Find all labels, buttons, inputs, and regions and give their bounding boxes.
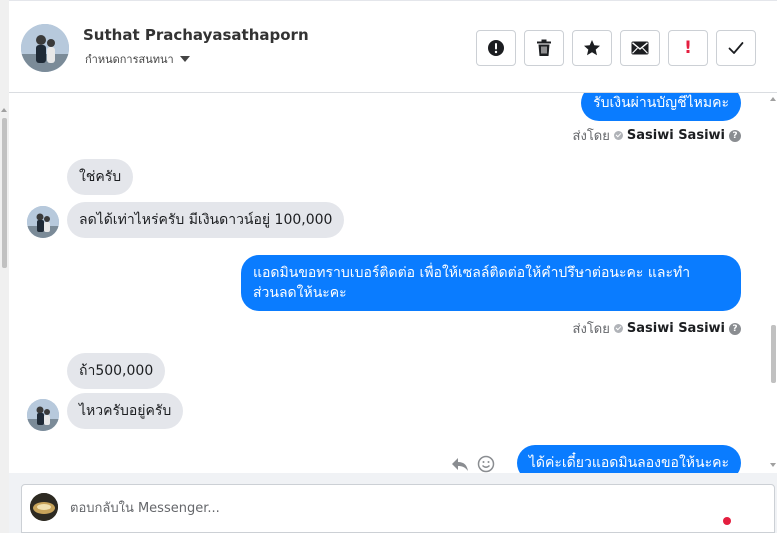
- composer-area: [9, 473, 777, 533]
- scroll-up-arrow-icon[interactable]: [770, 97, 776, 101]
- contact-avatar-small[interactable]: [27, 206, 59, 238]
- sent-by-info: ส่งโดย Sasiwi Sasiwi ?: [573, 318, 741, 339]
- message-actions: [451, 455, 495, 473]
- scroll-down-arrow-icon[interactable]: [770, 463, 776, 467]
- star-icon: [584, 40, 600, 56]
- header-divider: [9, 0, 777, 5]
- help-icon[interactable]: ?: [729, 322, 741, 335]
- sent-by-name[interactable]: Sasiwi Sasiwi: [627, 128, 725, 143]
- page-scrollbar[interactable]: [0, 0, 9, 533]
- notification-dot: [723, 517, 731, 525]
- caret-down-icon: [179, 56, 190, 62]
- mark-done-button[interactable]: [716, 30, 756, 66]
- emoji-reaction-icon[interactable]: [477, 455, 495, 473]
- reply-icon[interactable]: [451, 456, 469, 472]
- scroll-up-arrow-icon[interactable]: [1, 108, 7, 112]
- thread-scrollbar-thumb[interactable]: [771, 325, 776, 383]
- incoming-message[interactable]: ถ้า500,000: [67, 353, 166, 389]
- conversation-settings-dropdown[interactable]: กำหนดการสนทนา: [85, 50, 190, 68]
- checkmark-icon: [728, 42, 744, 54]
- sent-by-prefix: ส่งโดย: [572, 129, 610, 144]
- conversation-settings-label: กำหนดการสนทนา: [85, 53, 174, 66]
- envelope-icon: [631, 41, 649, 55]
- message-thread[interactable]: รับเงินผ่านบัญชีไหมคะ ส่งโดย Sasiwi Sasi…: [9, 93, 769, 473]
- outgoing-message[interactable]: แอดมินขอทราบเบอร์ติดต่อ เพื่อให้เซลล์ติด…: [241, 255, 741, 311]
- verified-check-icon: [613, 131, 623, 140]
- contact-avatar-small[interactable]: [27, 399, 59, 431]
- reply-input[interactable]: [70, 495, 670, 521]
- exclamation-icon: !: [684, 38, 692, 58]
- mark-unread-button[interactable]: [620, 30, 660, 66]
- sent-by-prefix: ส่งโดย: [572, 322, 610, 337]
- sent-by-name[interactable]: Sasiwi Sasiwi: [627, 321, 725, 336]
- incoming-message[interactable]: ไหวครับอยู่ครับ: [67, 393, 184, 429]
- page-scrollbar-thumb[interactable]: [2, 118, 7, 268]
- incoming-message[interactable]: ใช่ครับ: [67, 159, 134, 195]
- contact-name[interactable]: Suthat Prachayasathaporn: [83, 26, 309, 44]
- messenger-inbox-window: Suthat Prachayasathaporn กำหนดการสนทนา !…: [0, 0, 777, 533]
- contact-avatar[interactable]: [21, 24, 69, 72]
- alert-circle-icon: [488, 40, 504, 56]
- mark-spam-button[interactable]: [476, 30, 516, 66]
- thread-scrollbar[interactable]: [769, 93, 777, 473]
- star-button[interactable]: [572, 30, 612, 66]
- mark-important-button[interactable]: !: [668, 30, 708, 66]
- help-icon[interactable]: ?: [729, 129, 741, 142]
- sent-by-info: ส่งโดย Sasiwi Sasiwi ?: [573, 125, 741, 146]
- outgoing-message[interactable]: รับเงินผ่านบัญชีไหมคะ: [581, 93, 741, 121]
- page-avatar: [30, 493, 58, 521]
- verified-check-icon: [613, 324, 623, 333]
- delete-button[interactable]: [524, 30, 564, 66]
- conversation-header: Suthat Prachayasathaporn กำหนดการสนทนา !: [9, 0, 777, 93]
- outgoing-message[interactable]: ได้ค่ะเดี๋ยวแอดมินลองขอให้นะคะ: [516, 445, 741, 473]
- trash-icon: [537, 39, 551, 56]
- reply-composer[interactable]: [21, 484, 775, 533]
- incoming-message[interactable]: ลดได้เท่าไหร่ครับ มีเงินดาวน์อยู่ 100,00…: [67, 202, 345, 238]
